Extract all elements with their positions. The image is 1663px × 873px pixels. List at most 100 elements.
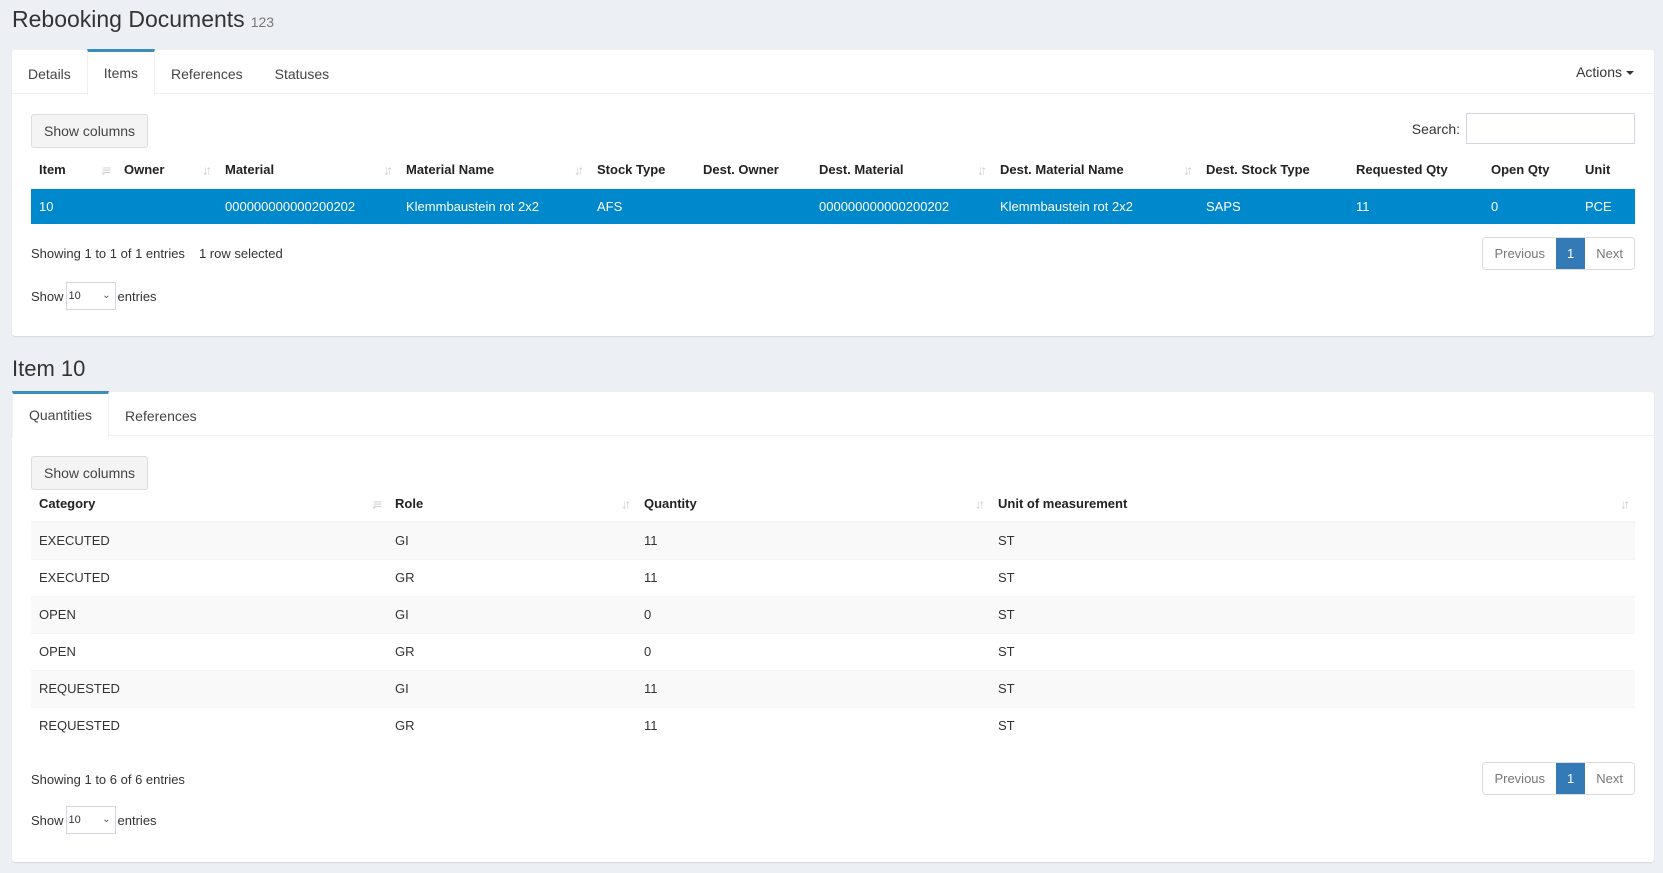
sort-icon: ↓↑ [1183, 162, 1193, 178]
col-header-open-qty: Open Qty [1491, 162, 1550, 178]
cell-quantity: 11 [644, 533, 658, 549]
item-panel: Quantities References Show columns Categ… [12, 391, 1654, 862]
col-header-role[interactable]: Role ↓↑ [387, 486, 636, 522]
cell-stock-type: AFS [597, 198, 623, 214]
cell-open-qty: 0 [1491, 198, 1499, 214]
table-row[interactable]: OPEN GR 0 ST [31, 633, 1635, 670]
show-columns-button[interactable]: Show columns [31, 456, 149, 490]
table-info: Showing 1 to 1 of 1 entries 1 row selecte… [31, 246, 283, 261]
col-header-item[interactable]: Item ↓≡ [31, 152, 116, 188]
col-header-material[interactable]: Material ↓↑ [217, 152, 398, 188]
caret-down-icon [1626, 71, 1634, 76]
sort-asc-icon: ↓≡ [99, 162, 111, 178]
col-header-category[interactable]: Category ↓≡ [31, 486, 387, 522]
col-header-quantity[interactable]: Quantity ↓↑ [636, 486, 990, 522]
selection-info: 1 row selected [198, 246, 283, 261]
document-number: 123 [250, 14, 275, 30]
sort-icon: ↓↑ [202, 162, 212, 178]
length-prefix: Show [31, 812, 64, 828]
cell-unit: ST [998, 644, 1015, 659]
col-header-requested-qty: Requested Qty [1356, 162, 1448, 178]
document-panel: Details Items References Statuses Action… [12, 49, 1654, 336]
cell-dest-stock-type: SAPS [1206, 198, 1241, 214]
item-section-title: Item 10 [12, 356, 86, 381]
cell-dest-material: 000000000000200202 [819, 198, 950, 214]
entries-length: Show 10 ⌄ entries [31, 806, 157, 834]
cell-quantity: 11 [644, 570, 658, 585]
entries-length: Show 10 ⌄ entries [31, 282, 157, 310]
table-row-selected[interactable]: 10 000000000000200202 Klemmbaustein rot … [31, 188, 1635, 224]
sort-icon: ↓↑ [977, 162, 987, 178]
cell-role: GR [395, 644, 415, 659]
table-row[interactable]: REQUESTED GR 11 ST [31, 707, 1635, 744]
col-header-unit-of-measurement[interactable]: Unit of measurement ↓↑ [990, 486, 1635, 522]
cell-role: GR [395, 718, 415, 734]
quantities-header-row: Category ↓≡ Role ↓↑ Quantity ↓↑ Unit of mea… [31, 486, 1635, 522]
show-columns-button[interactable]: Show columns [31, 114, 149, 148]
cell-unit: ST [998, 607, 1015, 622]
cell-category: EXECUTED [39, 533, 110, 549]
table-row[interactable]: EXECUTED GR 11 ST [31, 559, 1635, 596]
cell-category: OPEN [39, 644, 76, 659]
cell-category: REQUESTED [39, 681, 120, 696]
tab-items[interactable]: Items [86, 49, 156, 95]
col-header-material-name[interactable]: Material Name ↓↑ [398, 152, 589, 188]
document-tabs: Details Items References Statuses Action… [12, 49, 1654, 95]
cell-unit: ST [998, 533, 1015, 549]
length-prefix: Show [31, 288, 64, 304]
actions-dropdown[interactable]: Actions [1576, 50, 1634, 94]
pagination-next[interactable]: Next [1585, 238, 1634, 269]
tab-item-references[interactable]: References [109, 391, 213, 435]
chevron-down-icon: ⌄ [102, 814, 111, 825]
table-info: Showing 1 to 6 of 6 entries [31, 772, 185, 787]
cell-category: EXECUTED [39, 570, 110, 585]
table-row[interactable]: REQUESTED GI 11 ST [31, 670, 1635, 707]
col-header-dest-stock-type: Dest. Stock Type [1206, 162, 1310, 178]
page-title-text: Rebooking Documents [12, 6, 245, 32]
pagination-next[interactable]: Next [1585, 763, 1634, 794]
pagination: Previous 1 Next [1482, 237, 1635, 270]
pagination: Previous 1 Next [1482, 762, 1635, 795]
length-suffix: entries [117, 812, 157, 828]
pagination-page-1[interactable]: 1 [1556, 238, 1586, 269]
tab-statuses[interactable]: Statuses [259, 49, 345, 93]
chevron-down-icon: ⌄ [102, 290, 111, 301]
item-tabs: Quantities References [12, 391, 1654, 437]
actions-label: Actions [1576, 64, 1622, 80]
pagination-previous[interactable]: Previous [1483, 238, 1556, 269]
cell-dest-owner [695, 188, 811, 224]
cell-quantity: 0 [644, 644, 652, 659]
cell-role: GI [395, 533, 409, 549]
cell-requested-qty: 11 [1356, 198, 1370, 214]
tab-quantities[interactable]: Quantities [12, 391, 110, 437]
sort-icon: ↓↑ [1620, 496, 1630, 511]
cell-quantity: 11 [644, 681, 658, 696]
sort-icon: ↓↑ [975, 496, 985, 511]
pagination-page-1[interactable]: 1 [1556, 763, 1586, 794]
col-header-dest-material-name[interactable]: Dest. Material Name ↓↑ [992, 152, 1198, 188]
tab-references[interactable]: References [155, 49, 259, 93]
search-area: Search: [1412, 113, 1635, 144]
cell-material-name: Klemmbaustein rot 2x2 [406, 198, 539, 214]
table-row[interactable]: OPEN GI 0 ST [31, 596, 1635, 633]
cell-role: GI [395, 681, 409, 696]
cell-quantity: 0 [644, 607, 652, 622]
cell-category: REQUESTED [39, 718, 120, 734]
entries-select[interactable]: 10 ⌄ [65, 282, 116, 310]
table-row[interactable]: EXECUTED GI 11 ST [31, 522, 1635, 559]
search-input[interactable] [1466, 113, 1635, 144]
col-header-owner[interactable]: Owner ↓↑ [116, 152, 217, 188]
sort-icon: ↓↑ [574, 162, 584, 178]
sort-icon: ↓↑ [621, 496, 631, 511]
cell-quantity: 11 [644, 718, 658, 734]
tab-details[interactable]: Details [12, 49, 87, 93]
col-header-unit: Unit [1585, 162, 1611, 178]
cell-owner [116, 188, 217, 224]
cell-unit: ST [998, 718, 1015, 734]
cell-category: OPEN [39, 607, 76, 622]
col-header-dest-material[interactable]: Dest. Material ↓↑ [811, 152, 992, 188]
pagination-previous[interactable]: Previous [1483, 763, 1556, 794]
page-title: Rebooking Documents 123 [12, 6, 274, 33]
cell-role: GI [395, 607, 409, 622]
entries-select[interactable]: 10 ⌄ [65, 806, 116, 834]
